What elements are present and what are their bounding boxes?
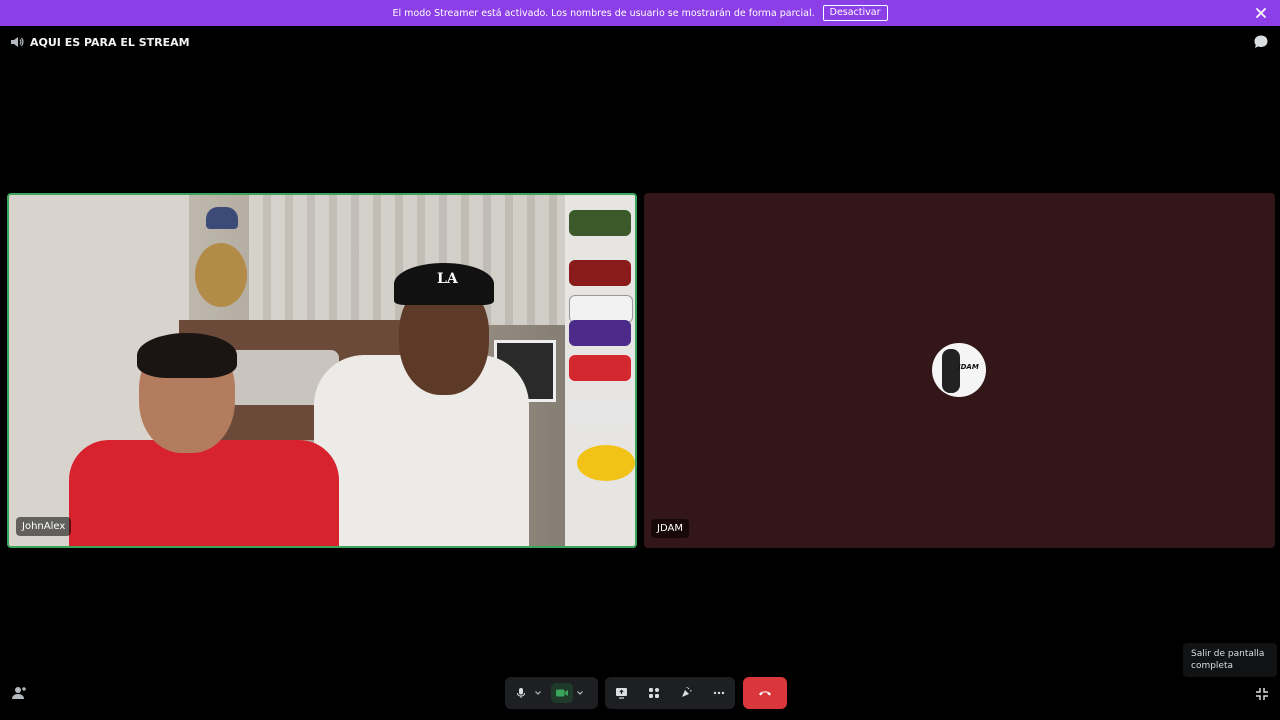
banner-text: El modo Streamer está activado. Los nomb…	[392, 7, 815, 19]
exit-fullscreen-tooltip: Salir de pantalla completa	[1183, 643, 1277, 677]
audio-video-group	[505, 677, 598, 709]
shoe-box	[569, 355, 631, 381]
soundboard-icon	[682, 687, 692, 697]
mic-options-button[interactable]	[531, 683, 545, 703]
participant-name-tag: JohnAlex	[16, 517, 72, 536]
avatar-figure	[942, 349, 960, 393]
channel-name: AQUI ES PARA EL STREAM	[30, 35, 190, 49]
microphone-button[interactable]	[511, 683, 531, 703]
avatar-tile-jdam[interactable]: JDAM JDAM	[644, 193, 1275, 548]
exit-fullscreen-icon[interactable]	[1253, 685, 1271, 703]
video-tile-johnalex[interactable]: LA JohnAlex	[7, 193, 637, 548]
tooltip-line-2: completa	[1191, 661, 1234, 671]
person-red-shirt	[69, 440, 339, 546]
camera-options-button[interactable]	[573, 683, 587, 703]
screen-share-button[interactable]	[611, 683, 631, 703]
streamer-mode-banner: El modo Streamer está activado. Los nomb…	[0, 0, 1280, 26]
activities-group	[605, 677, 735, 709]
more-button[interactable]	[709, 683, 729, 703]
hang-up-icon	[759, 691, 771, 696]
activities-button[interactable]	[644, 683, 664, 703]
shoe-box	[569, 400, 631, 426]
activities-icon	[648, 688, 659, 698]
cap-logo: LA	[437, 271, 458, 287]
disconnect-button[interactable]	[743, 677, 787, 709]
avatar: JDAM	[932, 343, 986, 397]
chevron-down-icon	[535, 691, 541, 695]
shoe-box	[569, 295, 633, 323]
microphone-icon	[517, 688, 525, 698]
emoji-pillow	[577, 445, 635, 481]
disable-streamer-mode-button[interactable]: Desactivar	[822, 5, 888, 21]
shoe-box	[569, 320, 631, 346]
call-window: El modo Streamer está activado. Los nomb…	[0, 0, 1280, 720]
wall-hat-straw	[195, 243, 247, 307]
person-hair	[137, 333, 237, 378]
camera-button[interactable]	[551, 683, 573, 703]
channel-header: AQUI ES PARA EL STREAM	[10, 33, 190, 51]
close-icon[interactable]	[1254, 6, 1268, 20]
screen-share-icon	[615, 688, 627, 699]
soundboard-button[interactable]	[676, 683, 696, 703]
participant-name-tag: JDAM	[651, 519, 689, 538]
chat-bubble-icon[interactable]	[1253, 34, 1269, 50]
speaker-icon	[11, 37, 24, 47]
avatar-text: JDAM	[958, 363, 979, 371]
tooltip-line-1: Salir de pantalla	[1191, 649, 1265, 659]
more-icon	[713, 691, 724, 695]
camera-icon	[556, 689, 568, 697]
shoe-box	[569, 210, 631, 236]
wall-hat-blue	[206, 207, 238, 229]
call-controls	[0, 677, 1280, 709]
shoe-box	[569, 260, 631, 286]
chevron-down-icon	[577, 691, 583, 695]
